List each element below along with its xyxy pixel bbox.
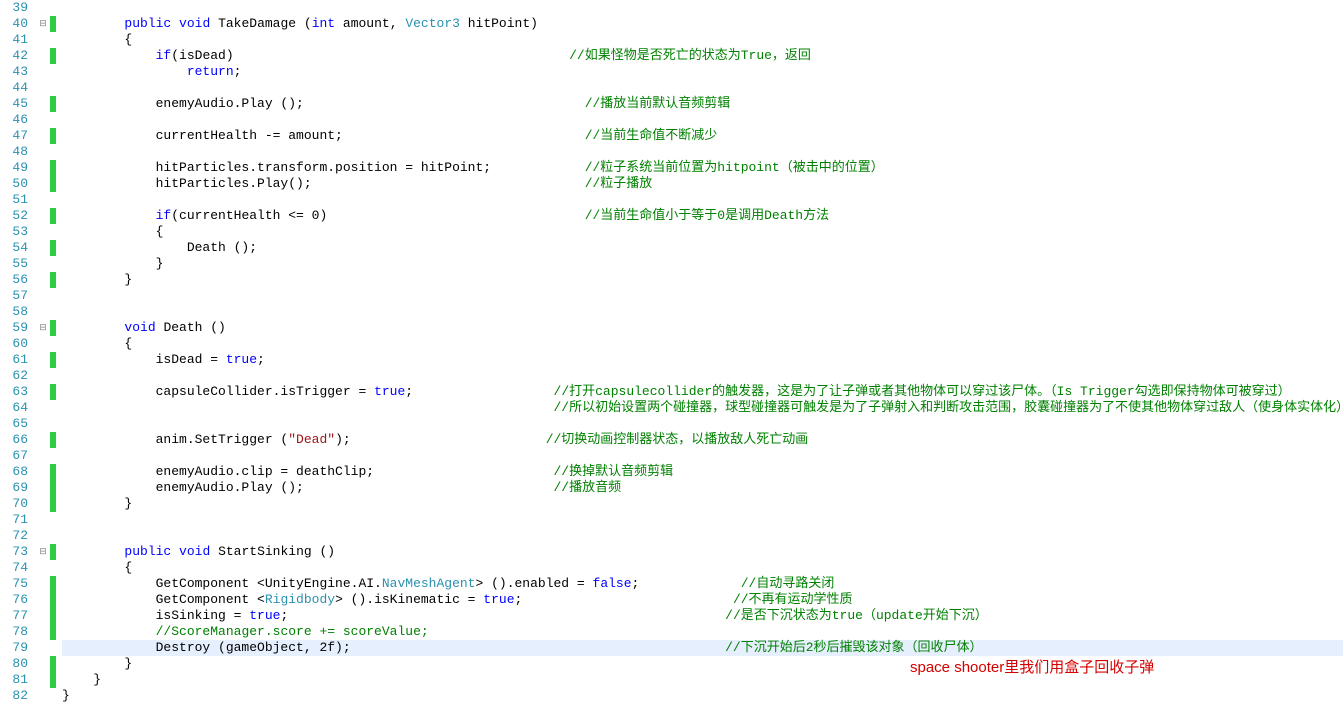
line-number: 46 <box>0 112 28 128</box>
line-number: 74 <box>0 560 28 576</box>
line-number: 51 <box>0 192 28 208</box>
code-line[interactable]: } <box>62 688 1343 704</box>
line-number: 70 <box>0 496 28 512</box>
code-line[interactable]: Death (); <box>62 240 1343 256</box>
code-line[interactable]: Destroy (gameObject, 2f); //下沉开始后2秒后摧毁该对… <box>62 640 1343 656</box>
line-number: 81 <box>0 672 28 688</box>
line-number: 64 <box>0 400 28 416</box>
line-number: 56 <box>0 272 28 288</box>
line-number: 39 <box>0 0 28 16</box>
code-line[interactable]: hitParticles.transform.position = hitPoi… <box>62 160 1343 176</box>
code-line[interactable]: isDead = true; <box>62 352 1343 368</box>
code-line[interactable] <box>62 416 1343 432</box>
line-number-gutter: 3940414243444546474849505152535455565758… <box>0 0 36 704</box>
code-line[interactable]: currentHealth -= amount; //当前生命值不断减少 <box>62 128 1343 144</box>
line-number: 53 <box>0 224 28 240</box>
code-line[interactable]: } <box>62 256 1343 272</box>
external-annotation: space shooter里我们用盒子回收子弹 <box>910 656 1154 677</box>
fold-toggle[interactable]: ⊟ <box>36 320 50 336</box>
line-number: 79 <box>0 640 28 656</box>
code-area[interactable]: public void TakeDamage (int amount, Vect… <box>56 0 1343 704</box>
line-number: 65 <box>0 416 28 432</box>
code-line[interactable]: } <box>62 496 1343 512</box>
line-number: 48 <box>0 144 28 160</box>
line-number: 82 <box>0 688 28 704</box>
line-number: 55 <box>0 256 28 272</box>
code-line[interactable]: isSinking = true; //是否下沉状态为true（update开始… <box>62 608 1343 624</box>
line-number: 80 <box>0 656 28 672</box>
code-line[interactable]: enemyAudio.clip = deathClip; //换掉默认音频剪辑 <box>62 464 1343 480</box>
code-line[interactable] <box>62 112 1343 128</box>
code-line[interactable]: { <box>62 224 1343 240</box>
line-number: 75 <box>0 576 28 592</box>
code-line[interactable]: GetComponent <Rigidbody> ().isKinematic … <box>62 592 1343 608</box>
code-line[interactable]: if(currentHealth <= 0) //当前生命值小于等于0是调用De… <box>62 208 1343 224</box>
line-number: 42 <box>0 48 28 64</box>
code-line[interactable]: void Death () <box>62 320 1343 336</box>
fold-toggle[interactable]: ⊟ <box>36 544 50 560</box>
line-number: 63 <box>0 384 28 400</box>
code-line[interactable]: //ScoreManager.score += scoreValue; <box>62 624 1343 640</box>
code-line[interactable] <box>62 0 1343 16</box>
line-number: 40 <box>0 16 28 32</box>
line-number: 52 <box>0 208 28 224</box>
code-line[interactable]: //所以初始设置两个碰撞器，球型碰撞器可触发是为了子弹射入和判断攻击范围，胶囊碰… <box>62 400 1343 416</box>
code-line[interactable] <box>62 512 1343 528</box>
code-line[interactable] <box>62 448 1343 464</box>
line-number: 59 <box>0 320 28 336</box>
line-number: 41 <box>0 32 28 48</box>
line-number: 72 <box>0 528 28 544</box>
code-line[interactable]: if(isDead) //如果怪物是否死亡的状态为True，返回 <box>62 48 1343 64</box>
code-line[interactable]: { <box>62 336 1343 352</box>
line-number: 69 <box>0 480 28 496</box>
line-number: 62 <box>0 368 28 384</box>
line-number: 54 <box>0 240 28 256</box>
code-line[interactable]: hitParticles.Play(); //粒子播放 <box>62 176 1343 192</box>
line-number: 68 <box>0 464 28 480</box>
annotation-text: space shooter里我们用盒子回收子弹 <box>910 659 1154 676</box>
code-editor[interactable]: 3940414243444546474849505152535455565758… <box>0 0 1343 704</box>
line-number: 44 <box>0 80 28 96</box>
line-number: 78 <box>0 624 28 640</box>
code-line[interactable]: enemyAudio.Play (); //播放音频 <box>62 480 1343 496</box>
code-line[interactable]: { <box>62 560 1343 576</box>
line-number: 45 <box>0 96 28 112</box>
code-line[interactable] <box>62 288 1343 304</box>
code-line[interactable] <box>62 528 1343 544</box>
code-line[interactable]: { <box>62 32 1343 48</box>
code-line[interactable]: public void TakeDamage (int amount, Vect… <box>62 16 1343 32</box>
line-number: 60 <box>0 336 28 352</box>
line-number: 47 <box>0 128 28 144</box>
code-line[interactable]: } <box>62 272 1343 288</box>
code-line[interactable]: enemyAudio.Play (); //播放当前默认音频剪辑 <box>62 96 1343 112</box>
line-number: 49 <box>0 160 28 176</box>
fold-toggle[interactable]: ⊟ <box>36 16 50 32</box>
line-number: 73 <box>0 544 28 560</box>
line-number: 76 <box>0 592 28 608</box>
code-line[interactable] <box>62 144 1343 160</box>
line-number: 66 <box>0 432 28 448</box>
code-line[interactable]: GetComponent <UnityEngine.AI.NavMeshAgen… <box>62 576 1343 592</box>
code-line[interactable]: public void StartSinking () <box>62 544 1343 560</box>
code-line[interactable] <box>62 368 1343 384</box>
code-line[interactable]: return; <box>62 64 1343 80</box>
line-number: 67 <box>0 448 28 464</box>
line-number: 50 <box>0 176 28 192</box>
line-number: 58 <box>0 304 28 320</box>
line-number: 71 <box>0 512 28 528</box>
code-line[interactable]: capsuleCollider.isTrigger = true; //打开ca… <box>62 384 1343 400</box>
line-number: 43 <box>0 64 28 80</box>
code-line[interactable] <box>62 304 1343 320</box>
code-line[interactable]: anim.SetTrigger ("Dead"); //切换动画控制器状态，以播… <box>62 432 1343 448</box>
code-line[interactable] <box>62 80 1343 96</box>
line-number: 61 <box>0 352 28 368</box>
code-line[interactable] <box>62 192 1343 208</box>
fold-column[interactable]: ⊟ ⊟ ⊟ <box>36 0 50 704</box>
line-number: 77 <box>0 608 28 624</box>
line-number: 57 <box>0 288 28 304</box>
